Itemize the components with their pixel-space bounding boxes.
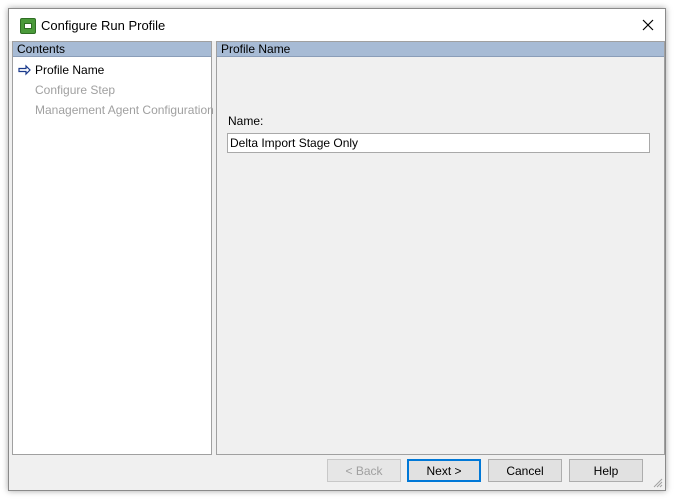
right-arrow-icon (18, 64, 31, 76)
nav-item-label: Configure Step (35, 83, 116, 97)
close-button[interactable] (631, 9, 665, 40)
profile-name-panel: Profile Name Name: (216, 41, 665, 455)
cancel-button[interactable]: Cancel (488, 459, 562, 482)
contents-nav-list: Profile Name Configure Step Management A… (13, 57, 214, 120)
window-title: Configure Run Profile (41, 18, 166, 33)
profile-name-header: Profile Name (217, 42, 664, 57)
app-icon (20, 18, 36, 34)
configure-run-profile-dialog: Configure Run Profile Contents Profile N… (8, 8, 666, 491)
resize-grip-icon[interactable] (651, 476, 663, 488)
nav-item-management-agent-configuration[interactable]: Management Agent Configuration (13, 100, 214, 120)
name-label: Name: (228, 114, 264, 128)
help-button[interactable]: Help (569, 459, 643, 482)
name-input[interactable] (227, 133, 650, 153)
nav-item-profile-name[interactable]: Profile Name (13, 60, 211, 80)
nav-item-configure-step[interactable]: Configure Step (13, 80, 211, 100)
next-button[interactable]: Next > (407, 459, 481, 482)
contents-panel: Contents Profile Name Configure Step Man… (12, 41, 214, 455)
title-bar[interactable]: Configure Run Profile (9, 9, 665, 41)
back-button[interactable]: < Back (327, 459, 401, 482)
nav-item-label: Management Agent Configuration (35, 103, 214, 117)
close-icon (642, 19, 654, 30)
button-bar: < Back Next > Cancel Help (9, 459, 665, 490)
content-area: Contents Profile Name Configure Step Man… (12, 41, 665, 459)
contents-header: Contents (13, 42, 211, 57)
nav-item-label: Profile Name (35, 63, 105, 77)
